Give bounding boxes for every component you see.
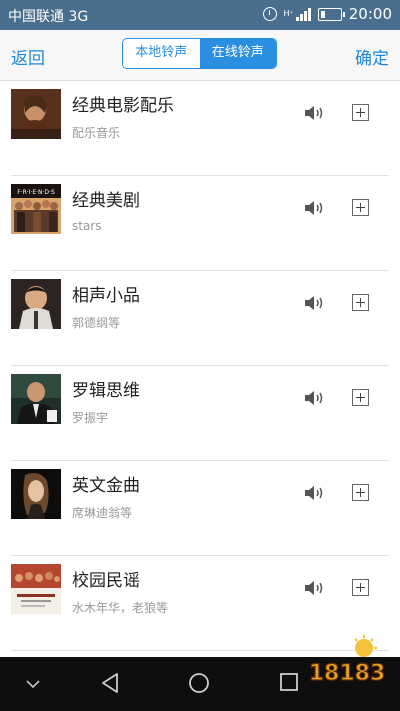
list-item[interactable]: 罗辑思维 罗振宇 — [0, 366, 400, 461]
ringtone-source-switch: 本地铃声 在线铃声 — [122, 38, 277, 69]
top-bar: 返回 本地铃声 在线铃声 确定 — [0, 30, 400, 81]
signal-icon — [295, 7, 311, 21]
confirm-button[interactable]: 确定 — [355, 44, 389, 69]
add-icon[interactable] — [352, 484, 369, 501]
add-icon[interactable] — [352, 579, 369, 596]
album-cover-crosstalk — [11, 279, 61, 329]
item-title: 相声小品 — [72, 286, 140, 306]
list-item[interactable]: 英文金曲 席琳迪翁等 — [0, 461, 400, 556]
item-title: 校园民谣 — [72, 571, 140, 591]
add-icon[interactable] — [352, 199, 369, 216]
album-cover-movie — [11, 89, 61, 139]
back-button[interactable]: 返回 — [11, 44, 45, 69]
list-item[interactable]: F·R·I·E·N·D·S 经典美剧 stars — [0, 176, 400, 271]
item-title: 英文金曲 — [72, 476, 140, 496]
tab-online-ringtones[interactable]: 在线铃声 — [199, 39, 276, 68]
item-title: 罗辑思维 — [72, 381, 140, 401]
item-title: 经典电影配乐 — [72, 96, 174, 116]
album-cover-campus-folk — [11, 564, 61, 614]
battery-icon — [317, 7, 345, 21]
item-subtitle: 水木年华，老狼等 — [72, 601, 169, 615]
add-icon[interactable] — [352, 294, 369, 311]
item-title: 经典美剧 — [72, 191, 140, 211]
status-bar: 中国联通 3G H⁺ 20:00 — [0, 0, 400, 30]
recent-apps-square-icon[interactable] — [279, 672, 299, 692]
add-icon[interactable] — [352, 104, 369, 121]
clock-time: 20:00 — [348, 5, 392, 23]
home-circle-icon[interactable] — [188, 672, 210, 694]
svg-text:18183: 18183 — [309, 661, 386, 686]
add-icon[interactable] — [352, 389, 369, 406]
album-cover-talk-show — [11, 374, 61, 424]
item-subtitle: stars — [72, 219, 102, 233]
speaker-icon[interactable] — [304, 295, 326, 311]
list-item[interactable]: 相声小品 郭德纲等 — [0, 271, 400, 366]
status-icons: H⁺ 20:00 — [262, 5, 392, 23]
item-subtitle: 郭德纲等 — [72, 316, 121, 330]
speaker-icon[interactable] — [304, 580, 326, 596]
svg-text:F·R·I·E·N·D·S: F·R·I·E·N·D·S — [17, 189, 55, 196]
alarm-icon — [262, 7, 277, 21]
ringtone-category-list: 经典电影配乐 配乐音乐 F·R·I·E·N·D·S 经典美剧 stars 相声小… — [0, 81, 400, 656]
speaker-icon[interactable] — [304, 200, 326, 216]
speaker-icon[interactable] — [304, 105, 326, 121]
list-item[interactable]: 经典电影配乐 配乐音乐 — [0, 81, 400, 176]
speaker-icon[interactable] — [304, 485, 326, 501]
site-watermark-logo: 18183 — [308, 635, 386, 687]
album-cover-tv-series: F·R·I·E·N·D·S — [11, 184, 61, 234]
back-triangle-icon[interactable] — [100, 672, 120, 694]
item-subtitle: 席琳迪翁等 — [72, 506, 133, 520]
item-subtitle: 配乐音乐 — [72, 126, 121, 140]
hide-nav-chevron-down-icon[interactable] — [26, 679, 40, 689]
album-cover-english-hits — [11, 469, 61, 519]
speaker-icon[interactable] — [304, 390, 326, 406]
carrier-label: 中国联通 3G — [8, 9, 89, 25]
tab-local-ringtones[interactable]: 本地铃声 — [123, 39, 200, 68]
hplus-icon: H⁺ — [283, 9, 294, 18]
item-subtitle: 罗振宇 — [72, 411, 109, 425]
